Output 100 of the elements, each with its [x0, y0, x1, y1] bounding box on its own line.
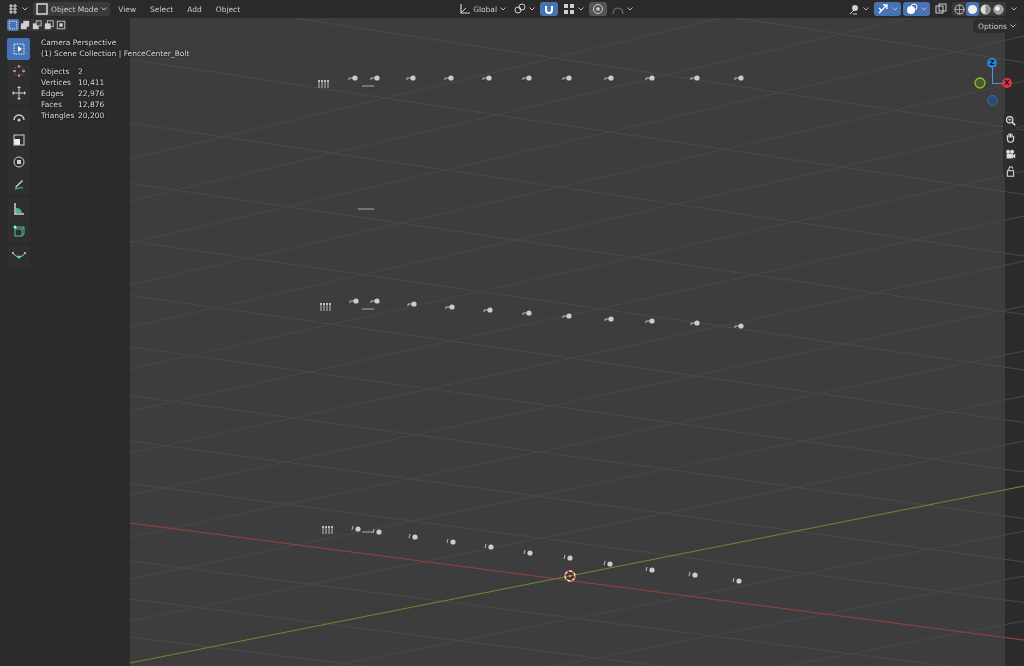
arrows-icon: [877, 3, 889, 15]
grid-icon: [7, 3, 19, 15]
light-gizmo: [562, 75, 572, 81]
select-mode-button[interactable]: [43, 19, 55, 31]
lock-icon: [1004, 165, 1016, 177]
select-mode-button[interactable]: [19, 19, 31, 31]
light-gizmo: [523, 549, 533, 556]
caret-icon: [863, 7, 869, 11]
y-axis-handle[interactable]: [974, 77, 986, 89]
squares-icon: [20, 20, 30, 30]
square-icon: [36, 3, 48, 15]
caret-icon: [892, 7, 898, 11]
light-gizmo: [562, 313, 572, 319]
caret-icon: [529, 7, 536, 11]
light-gizmo: [351, 525, 361, 532]
light-gizmo: [603, 560, 613, 567]
caret-icon: [22, 7, 28, 11]
wireframe-sphere-icon: [954, 3, 965, 15]
light-gizmo: [645, 75, 655, 81]
camera-icon: [1004, 148, 1016, 160]
negative-z-handle[interactable]: [987, 95, 998, 106]
light-gizmo: [734, 323, 744, 329]
move-icon: [11, 86, 26, 100]
shading-button[interactable]: [953, 2, 966, 16]
light-gizmo: [732, 577, 742, 584]
light-gizmo: [408, 533, 418, 540]
light-gizmo: [444, 75, 454, 81]
tool-button[interactable]: [7, 198, 30, 220]
toolbar-button[interactable]: [932, 2, 950, 16]
light-gizmo: [370, 298, 380, 304]
caret-icon: [101, 7, 108, 11]
caret-icon: [500, 7, 507, 11]
dashed-square-icon: [8, 20, 18, 30]
light-gizmo: [407, 301, 417, 307]
axis-lines: [992, 67, 1004, 84]
tool-button[interactable]: [7, 245, 30, 267]
light-gizmo: [370, 75, 380, 81]
3d-cursor-icon: [564, 570, 576, 582]
select-mode-button[interactable]: [31, 19, 43, 31]
ruler-icon: [11, 202, 26, 216]
shading-button[interactable]: [979, 2, 992, 16]
toolbar-button[interactable]: [903, 2, 930, 16]
circles-icon: [906, 3, 918, 15]
nav-button[interactable]: [1003, 148, 1017, 160]
nav-button[interactable]: [1003, 114, 1017, 126]
bolt-gizmo: [318, 79, 329, 89]
rings-icon: [514, 3, 527, 15]
light-gizmo: [482, 75, 492, 81]
light-gizmo: [522, 310, 532, 316]
eye-pointer-icon: [848, 3, 860, 15]
light-gizmo: [522, 75, 532, 81]
select-mode-button[interactable]: [55, 19, 67, 31]
light-gizmo: [406, 75, 416, 81]
solid-sphere-icon: [967, 3, 978, 15]
light-gizmo: [604, 75, 614, 81]
material-sphere-icon: [980, 3, 991, 15]
light-gizmo: [446, 538, 456, 545]
squares-icon: [56, 20, 66, 30]
light-gizmo: [734, 75, 744, 81]
caret-icon: [627, 7, 634, 11]
light-gizmo: [372, 528, 382, 535]
shading-button[interactable]: [992, 2, 1005, 16]
zoom-icon: [1004, 114, 1016, 126]
select-box-icon: [11, 42, 26, 56]
light-gizmo: [445, 304, 455, 310]
light-gizmo: [604, 316, 614, 322]
light-gizmo: [348, 75, 358, 81]
tool-button[interactable]: [7, 107, 30, 129]
caret-icon: [1010, 24, 1016, 28]
shading-button[interactable]: [966, 2, 979, 16]
target-icon: [592, 3, 605, 15]
squares-icon: [935, 3, 947, 15]
cube-icon: [11, 224, 26, 238]
light-gizmo: [563, 554, 573, 561]
toolbar-button[interactable]: [540, 2, 559, 16]
caret-icon: [1011, 7, 1017, 11]
cursor-icon: [11, 64, 26, 78]
grid-icon: [563, 3, 576, 15]
caret-icon: [921, 7, 927, 11]
tool-button[interactable]: [7, 82, 30, 104]
squares-icon: [44, 20, 54, 30]
squares-icon: [32, 20, 42, 30]
scale-icon: [11, 133, 26, 147]
light-gizmo: [690, 320, 700, 326]
caret-icon: [578, 7, 585, 11]
rendered-sphere-icon: [993, 3, 1004, 15]
bolt-gizmo: [322, 525, 333, 535]
toolbar-button[interactable]: [874, 2, 901, 16]
hand-icon: [1004, 131, 1016, 143]
light-gizmo: [484, 543, 494, 550]
light-gizmo: [690, 75, 700, 81]
light-gizmo: [349, 298, 359, 304]
light-gizmo: [483, 307, 493, 313]
magnet-icon: [543, 3, 556, 15]
bolt-gizmo: [320, 302, 331, 312]
light-gizmo: [688, 571, 698, 578]
light-gizmo: [645, 318, 655, 324]
toolbar-button[interactable]: [589, 2, 608, 16]
axes-icon: [458, 3, 471, 15]
light-gizmo: [645, 566, 655, 573]
